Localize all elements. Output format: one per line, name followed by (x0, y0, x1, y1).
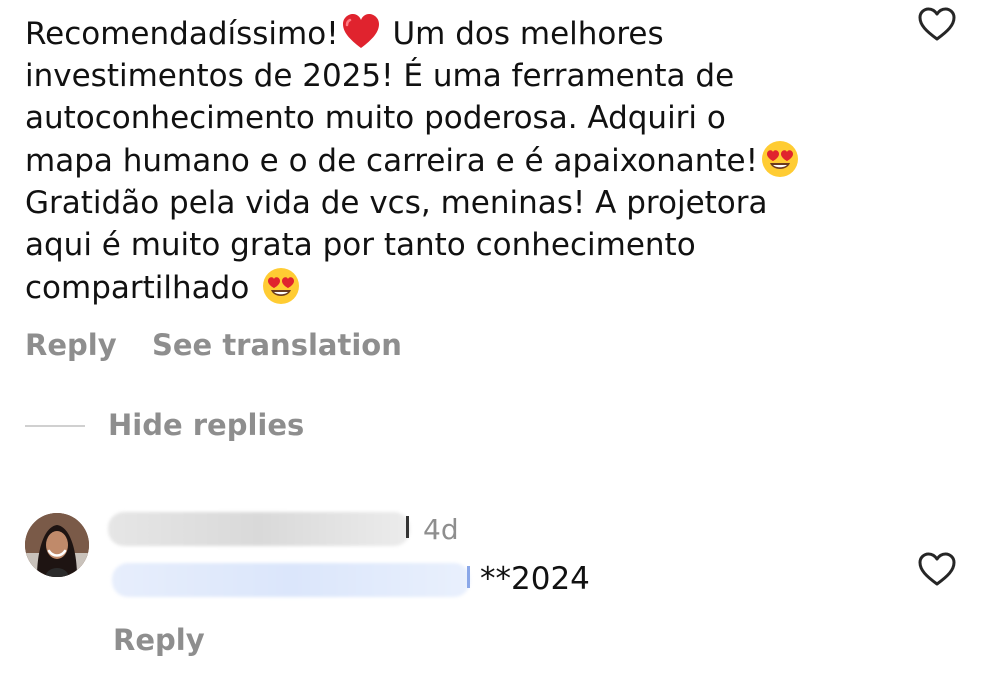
comment-line: investimentos de 2025! É uma ferramenta … (25, 58, 735, 94)
comment-line: autoconhecimento muito poderosa. Adquiri… (25, 100, 726, 136)
reply-button[interactable]: Reply (25, 328, 117, 362)
reply-to-reply-button[interactable]: Reply (113, 623, 205, 657)
redacted-username (108, 512, 410, 546)
reply-text: **2024 (480, 561, 590, 597)
like-comment-button[interactable] (915, 2, 959, 46)
comment-line: mapa humano e o de carreira e é apaixona… (25, 139, 885, 182)
avatar-photo (25, 513, 89, 577)
heart-eyes-emoji-icon (762, 141, 799, 177)
comment-line: Recomendadíssimo! Um dos melhores (25, 12, 885, 55)
redacted-mention[interactable] (112, 563, 470, 597)
reply-timestamp: 4d (423, 513, 459, 546)
redaction-edge (467, 566, 470, 588)
like-reply-button[interactable] (915, 547, 959, 591)
comment-text: Recomendadíssimo! Um dos melhores invest… (25, 12, 885, 309)
comment-line: compartilhado (25, 266, 885, 309)
see-translation-button[interactable]: See translation (152, 328, 402, 362)
comment-line: Gratidão pela vida de vcs, meninas! A pr… (25, 185, 768, 221)
heart-outline-icon (918, 7, 956, 41)
red-heart-emoji-icon (342, 14, 379, 48)
heart-outline-icon (918, 552, 956, 586)
comment-line: aqui é muito grata por tanto conheciment… (25, 227, 696, 263)
hide-replies-button[interactable]: Hide replies (108, 408, 304, 442)
avatar[interactable] (25, 513, 89, 577)
redaction-edge (406, 516, 409, 538)
heart-eyes-emoji-icon (263, 268, 300, 304)
replies-divider (25, 425, 85, 427)
